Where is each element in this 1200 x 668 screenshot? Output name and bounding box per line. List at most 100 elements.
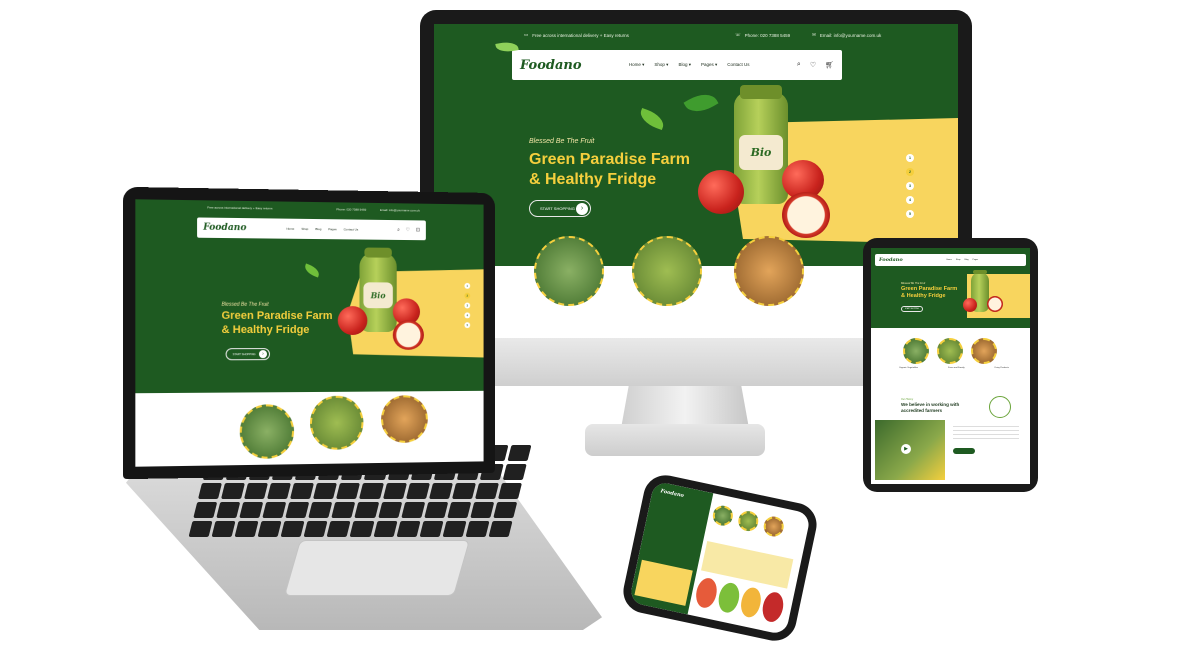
category-image-1[interactable] bbox=[240, 404, 294, 459]
topbar-phone[interactable]: Phone: 020 7388 5459 bbox=[336, 207, 366, 211]
slider-dots: 1 2 3 4 5 bbox=[906, 154, 914, 218]
nav-pages[interactable]: Pages bbox=[973, 259, 979, 261]
category-labels: Organic Vegetables Farm and Family Dairy… bbox=[899, 367, 1009, 369]
slide-dot-1[interactable]: 1 bbox=[464, 283, 470, 289]
category-image-2[interactable] bbox=[310, 396, 363, 450]
nav-blog[interactable]: Blog ▾ bbox=[678, 62, 691, 68]
nav-shop[interactable]: Shop ▾ bbox=[654, 62, 668, 68]
keyboard-key bbox=[383, 483, 407, 499]
phone-icon: ☏ bbox=[735, 32, 741, 38]
nav-contact[interactable]: Contact Us bbox=[727, 62, 749, 68]
hero-headline: Green Paradise Farm & Healthy Fridge bbox=[222, 310, 333, 338]
keyboard-key bbox=[212, 521, 236, 537]
slide-dot-5[interactable]: 5 bbox=[906, 210, 914, 218]
topbar-promo: Free across international delivery + Eas… bbox=[207, 205, 272, 210]
truck-icon: ▭ bbox=[524, 32, 528, 38]
phone-yellow-block bbox=[634, 560, 692, 606]
topbar-email[interactable]: Email: info@yourname.com.uk bbox=[380, 208, 420, 213]
heart-icon[interactable]: ♡ bbox=[406, 227, 410, 233]
tablet-categories: Organic Vegetables Farm and Family Dairy… bbox=[871, 336, 1030, 386]
category-image-1[interactable] bbox=[711, 504, 735, 528]
about-kicker: Our History bbox=[901, 398, 913, 401]
nav-blog[interactable]: Blog bbox=[315, 227, 321, 231]
keyboard-key bbox=[239, 502, 263, 518]
keyboard-key bbox=[309, 502, 333, 518]
jar-cap bbox=[364, 248, 392, 258]
apple bbox=[338, 306, 368, 335]
category-image-1[interactable] bbox=[534, 236, 604, 306]
keyboard-key bbox=[507, 445, 531, 461]
category-label-3[interactable]: Dairy Products bbox=[995, 367, 1009, 369]
jar-cap bbox=[740, 85, 781, 98]
nav-shop[interactable]: Shop bbox=[301, 227, 308, 231]
category-label-2[interactable]: Farm and Family bbox=[948, 367, 964, 369]
categories-section bbox=[135, 391, 483, 467]
keyboard-key bbox=[290, 483, 314, 499]
about-button[interactable] bbox=[953, 448, 975, 454]
keyboard-key bbox=[235, 521, 259, 537]
slide-dot-4[interactable]: 4 bbox=[906, 196, 914, 204]
category-image-3[interactable] bbox=[734, 236, 804, 306]
nav-shop[interactable]: Shop bbox=[956, 259, 961, 261]
heart-icon[interactable]: ♡ bbox=[810, 61, 816, 69]
hero-kicker: Blessed Be The Fruit bbox=[901, 282, 925, 285]
slide-dot-1[interactable]: 1 bbox=[906, 154, 914, 162]
keyboard-key bbox=[304, 521, 328, 537]
category-image-1[interactable] bbox=[903, 338, 929, 364]
about-title: We believe in working with accredited fa… bbox=[901, 402, 959, 413]
keyboard-key bbox=[373, 521, 397, 537]
site-logo[interactable]: Foodano bbox=[879, 257, 903, 263]
keyboard-key bbox=[198, 483, 222, 499]
topbar-email[interactable]: Email: info@yourname.com.uk bbox=[820, 33, 881, 38]
cart-icon[interactable]: 🛒︎ bbox=[825, 61, 834, 69]
search-icon[interactable]: ⌕ bbox=[797, 61, 801, 69]
nav-home[interactable]: Home bbox=[286, 227, 294, 231]
slide-dot-2[interactable]: 2 bbox=[464, 293, 470, 299]
keyboard-key bbox=[281, 521, 305, 537]
nav-blog[interactable]: Blog bbox=[964, 259, 968, 261]
category-label-1[interactable]: Organic Vegetables bbox=[899, 367, 918, 369]
site-logo[interactable]: Foodano bbox=[660, 488, 684, 499]
hero-headline-line2: & Healthy Fridge bbox=[529, 170, 690, 190]
keyboard-key bbox=[244, 483, 268, 499]
category-image-3[interactable] bbox=[381, 395, 428, 443]
slide-dot-5[interactable]: 5 bbox=[464, 322, 470, 328]
slide-dot-4[interactable]: 4 bbox=[464, 312, 470, 318]
site-logo[interactable]: Foodano bbox=[520, 58, 582, 73]
search-icon[interactable]: ⌕ bbox=[397, 227, 400, 233]
navbar: Foodano Home Shop Blog Pages Contact Us … bbox=[197, 217, 426, 240]
hero-kicker: Blessed Be The Fruit bbox=[222, 302, 269, 308]
nav-pages[interactable]: Pages ▾ bbox=[701, 62, 717, 68]
hero-headline-line1: Green Paradise Farm bbox=[529, 150, 690, 170]
start-shopping-button[interactable]: START SHOPPING bbox=[901, 306, 923, 312]
keyboard-key bbox=[286, 502, 310, 518]
accredited-badge bbox=[989, 396, 1011, 418]
site-logo[interactable]: Foodano bbox=[203, 223, 246, 234]
cart-icon[interactable]: ⊡ bbox=[416, 227, 420, 233]
keyboard-key bbox=[452, 483, 476, 499]
start-shopping-button[interactable]: START SHOPPING › bbox=[529, 200, 591, 217]
category-image-3[interactable] bbox=[971, 338, 997, 364]
keyboard-key bbox=[216, 502, 240, 518]
keyboard-key bbox=[424, 502, 448, 518]
hero: Blessed Be The Fruit Green Paradise Farm… bbox=[135, 240, 483, 393]
keyboard-key bbox=[498, 483, 522, 499]
play-icon[interactable]: ▶ bbox=[901, 444, 911, 454]
slide-dot-3[interactable]: 3 bbox=[906, 182, 914, 190]
navbar: Foodano Home Shop Blog Pages bbox=[875, 254, 1026, 266]
nav-pages[interactable]: Pages bbox=[328, 227, 336, 231]
nav-home[interactable]: Home bbox=[946, 259, 951, 261]
nav-contact[interactable]: Contact Us bbox=[344, 227, 359, 231]
keyboard-key bbox=[406, 483, 430, 499]
hero-headline-line2: & Healthy Fridge bbox=[901, 293, 957, 300]
slide-dot-3[interactable]: 3 bbox=[464, 303, 470, 309]
nav-home[interactable]: Home ▾ bbox=[629, 62, 645, 68]
category-image-2[interactable] bbox=[937, 338, 963, 364]
keyboard-key bbox=[493, 502, 517, 518]
category-image-2[interactable] bbox=[632, 236, 702, 306]
category-image-3[interactable] bbox=[762, 515, 786, 539]
slide-dot-2[interactable]: 2 bbox=[906, 168, 914, 176]
category-image-2[interactable] bbox=[736, 509, 760, 533]
topbar-phone[interactable]: Phone: 020 7388 5459 bbox=[745, 33, 791, 38]
start-shopping-button[interactable]: START SHOPPING › bbox=[226, 348, 270, 360]
